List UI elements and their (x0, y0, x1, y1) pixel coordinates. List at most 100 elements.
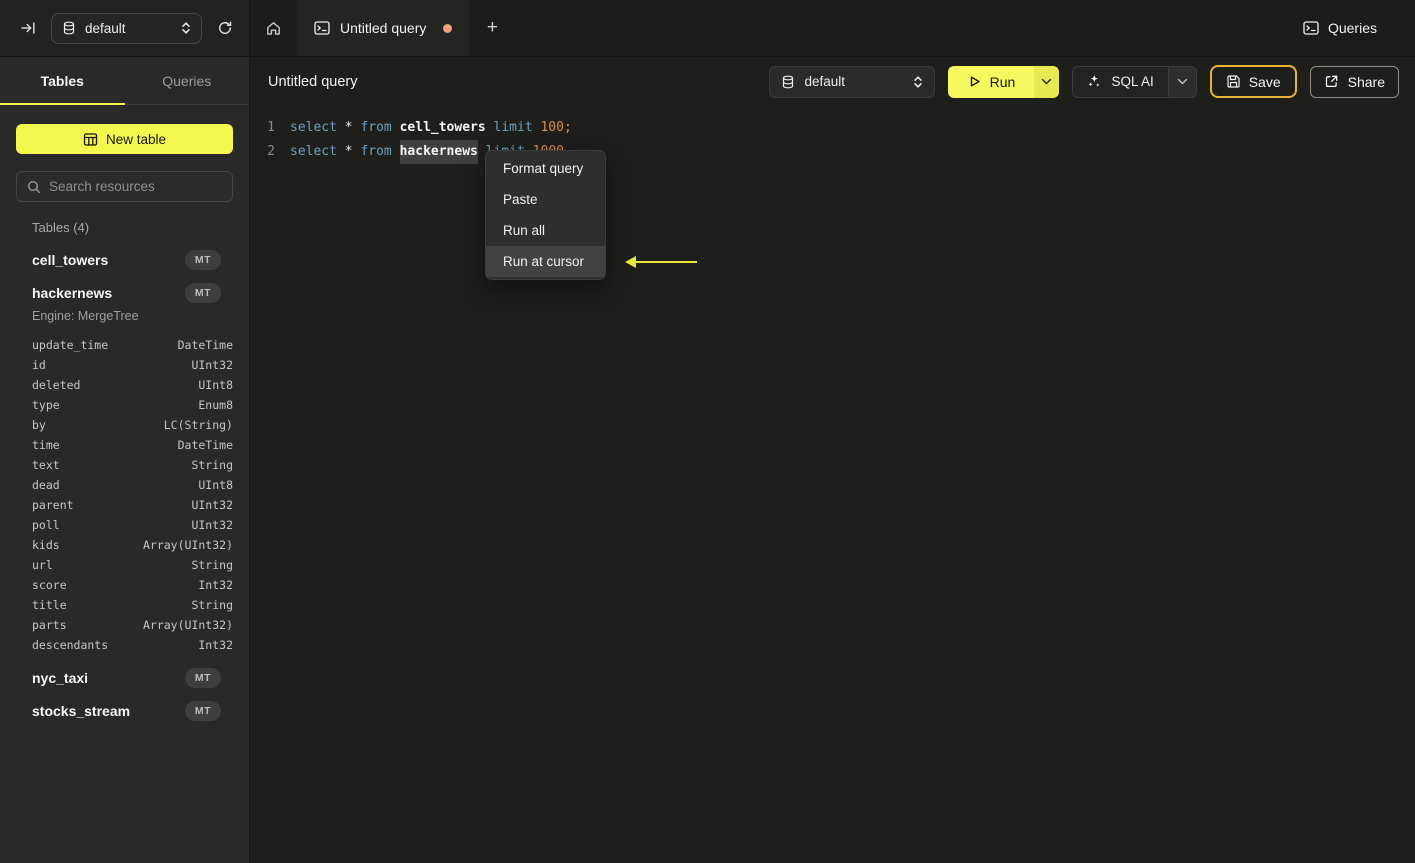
run-options-button[interactable] (1034, 65, 1060, 98)
chevron-updown-icon (181, 21, 191, 35)
tables-section-label: Tables (4) (32, 220, 90, 235)
column-row: parent UInt32 (32, 495, 233, 515)
new-table-button[interactable]: New table (16, 124, 233, 154)
table-row-stocks-stream[interactable]: stocks_stream MT (32, 694, 221, 727)
column-row: kids Array(UInt32) (32, 535, 233, 555)
sparkles-icon (1087, 74, 1102, 89)
topbar-database-selector[interactable]: default (51, 12, 202, 44)
code-token: select (290, 144, 337, 159)
column-type: Enum8 (198, 398, 233, 412)
table-row-nyc-taxi[interactable]: nyc_taxi MT (32, 661, 221, 694)
toolbar: default Run SQL AI Save Share (769, 65, 1399, 98)
code-token: limit (493, 120, 533, 135)
editor-line[interactable]: 1 select * from cell_towers limit 100; (250, 116, 1415, 140)
save-icon (1226, 74, 1241, 89)
table-row-cell-towers[interactable]: cell_towers MT (32, 243, 221, 276)
column-type: String (191, 558, 233, 572)
tab-untitled-query[interactable]: Untitled query (297, 0, 470, 56)
column-name: update_time (32, 338, 109, 352)
sidebar: Tables Queries New table Tables (4) cell… (0, 57, 250, 863)
toolbar-database-selector[interactable]: default (769, 65, 936, 98)
sidebar-tab-tables[interactable]: Tables (0, 57, 125, 104)
sidebar-tab-queries[interactable]: Queries (125, 57, 250, 104)
column-type: String (191, 458, 233, 472)
search-box (16, 171, 233, 202)
topbar-database-value: default (85, 20, 126, 36)
code-token: 100; (540, 120, 572, 135)
collapse-sidebar-icon[interactable] (20, 20, 36, 36)
sql-ai-options-button[interactable] (1167, 66, 1196, 97)
menu-item-format-query[interactable]: Format query (486, 153, 605, 184)
line-number: 2 (267, 144, 275, 159)
engine-label: Engine: MergeTree (32, 309, 139, 323)
menu-item-run-all[interactable]: Run all (486, 215, 605, 246)
table-row-hackernews[interactable]: hackernews MT (32, 276, 221, 309)
engine-badge: MT (184, 282, 221, 303)
column-row: title String (32, 595, 233, 615)
table-name: hackernews (32, 284, 113, 301)
toolbar-database-value: default (804, 74, 845, 89)
save-button[interactable]: Save (1209, 65, 1297, 98)
engine-badge: MT (184, 700, 221, 721)
share-label: Share (1347, 73, 1385, 90)
column-name: deleted (32, 378, 81, 392)
column-row: deleted UInt8 (32, 375, 233, 395)
column-name: score (32, 578, 67, 592)
code-token: hackernews (399, 140, 478, 164)
play-icon (968, 75, 981, 88)
column-name: parent (32, 498, 74, 512)
code-token: * (336, 144, 361, 159)
new-table-label: New table (105, 131, 167, 147)
table-name: stocks_stream (32, 702, 131, 719)
run-split-button: Run (948, 65, 1060, 98)
code-token: from (360, 120, 392, 135)
column-row: url String (32, 555, 233, 575)
topbar-left-section: default (0, 0, 250, 56)
column-row: update_time DateTime (32, 335, 233, 355)
sql-ai-button[interactable]: SQL AI (1073, 67, 1167, 97)
search-input[interactable] (49, 179, 226, 194)
share-button[interactable]: Share (1309, 65, 1399, 98)
column-name: url (32, 558, 53, 572)
column-row: dead UInt8 (32, 475, 233, 495)
run-button[interactable]: Run (948, 65, 1035, 98)
home-button[interactable] (250, 0, 297, 56)
refresh-icon[interactable] (217, 20, 233, 36)
main-area: Untitled query default Run SQL AI Save S… (250, 57, 1415, 863)
column-type: Array(UInt32) (142, 538, 233, 552)
column-name: by (32, 418, 46, 432)
share-icon (1324, 74, 1339, 89)
sidebar-content: New table Tables (4) cell_towers MT hack… (0, 105, 249, 727)
queries-button[interactable]: Queries (1303, 0, 1415, 56)
menu-item-run-at-cursor[interactable]: Run at cursor (486, 246, 605, 277)
code-token: * (336, 120, 361, 135)
sql-editor[interactable]: 1 select * from cell_towers limit 100; 2 se… (250, 106, 1415, 164)
unsaved-dot (443, 23, 453, 33)
new-tab-button[interactable]: + (469, 0, 515, 56)
column-row: score Int32 (32, 575, 233, 595)
column-row: text String (32, 455, 233, 475)
hackernews-columns: update_time DateTime id UInt32 deleted UInt8 t… (32, 335, 233, 655)
menu-item-paste[interactable]: Paste (486, 184, 605, 215)
column-type: UInt8 (198, 378, 233, 392)
chevron-down-icon (1177, 78, 1187, 85)
column-type: UInt32 (191, 518, 233, 532)
engine-badge: MT (184, 667, 221, 688)
column-name: parts (32, 618, 67, 632)
table-name: cell_towers (32, 251, 109, 268)
save-label: Save (1248, 73, 1281, 90)
queries-label: Queries (1327, 20, 1377, 36)
code-token: select (290, 120, 337, 135)
column-name: descendants (32, 638, 109, 652)
chevron-updown-icon (913, 75, 923, 89)
tab-label: Untitled query (340, 20, 427, 36)
editor-line[interactable]: 2select * from hackernews limit 1000 (250, 140, 1415, 164)
column-name: title (32, 598, 67, 612)
column-name: type (32, 398, 60, 412)
database-icon (781, 75, 795, 89)
column-row: time DateTime (32, 435, 233, 455)
column-type: UInt32 (191, 358, 233, 372)
